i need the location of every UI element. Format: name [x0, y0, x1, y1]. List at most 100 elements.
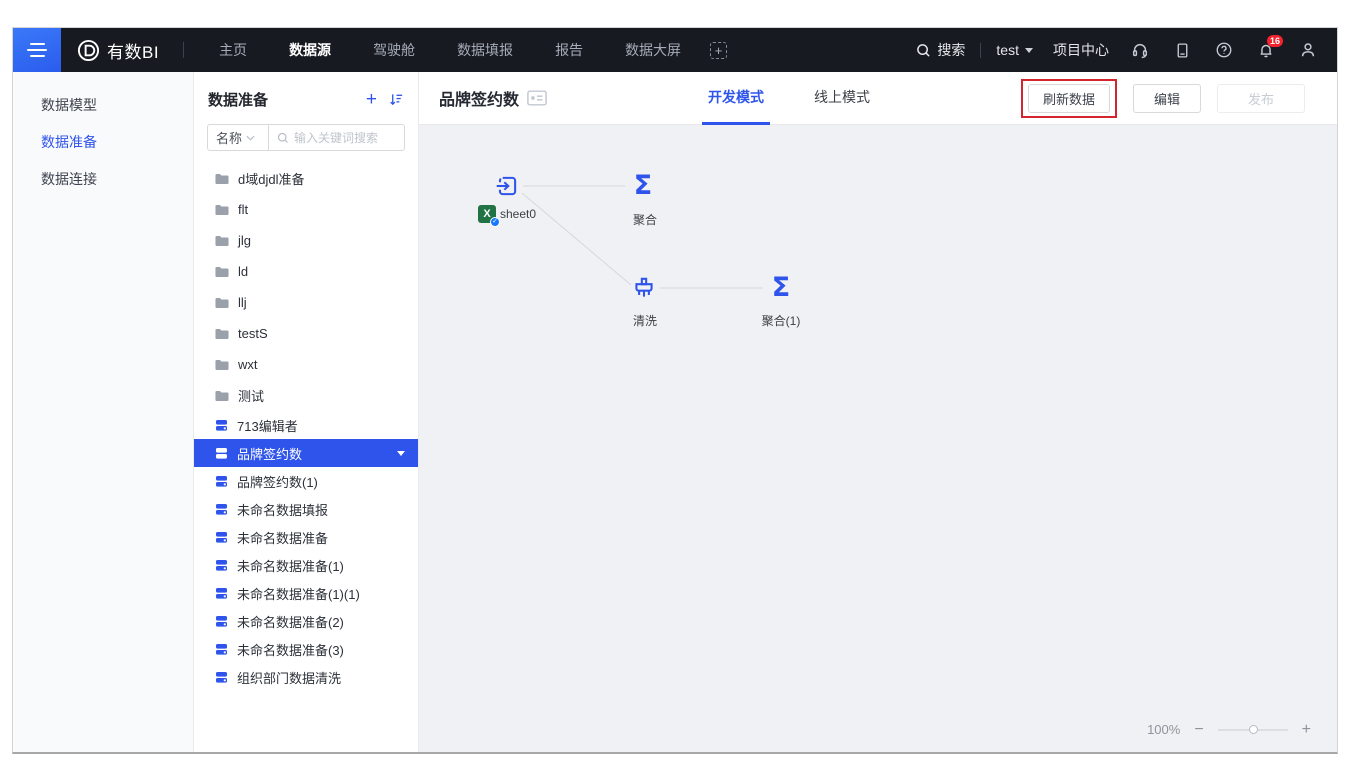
chevron-down-icon: [1025, 48, 1033, 53]
prep-item[interactable]: 未命名数据准备(1)(1): [194, 579, 418, 607]
account-name: test: [996, 42, 1019, 58]
user-profile-button[interactable]: [1287, 28, 1329, 72]
prep-item-label: 未命名数据填报: [237, 500, 328, 519]
sidebar-item-data-preparation[interactable]: 数据准备: [13, 124, 193, 161]
dataset-icon: [215, 643, 228, 656]
prep-item-label: 未命名数据准备(1)(1): [237, 584, 360, 603]
zoom-in-button[interactable]: +: [1302, 723, 1311, 737]
prep-item[interactable]: 未命名数据准备: [194, 523, 418, 551]
prep-item-label: 品牌签约数: [237, 444, 302, 463]
sort-button[interactable]: [389, 92, 404, 107]
folder-item[interactable]: flt: [194, 194, 418, 225]
edit-button[interactable]: 编辑: [1133, 84, 1201, 113]
divider: [980, 43, 981, 58]
prep-item-label: 未命名数据准备(3): [237, 640, 344, 659]
sidebar-item-data-connection[interactable]: 数据连接: [13, 161, 193, 198]
input-node[interactable]: [494, 173, 520, 199]
prep-item[interactable]: 品牌签约数(1): [194, 467, 418, 495]
global-search[interactable]: 搜索: [916, 40, 965, 60]
folder-icon: [215, 204, 229, 216]
prep-item[interactable]: 未命名数据准备(3): [194, 635, 418, 663]
aggregate-node-label: 聚合: [620, 211, 670, 228]
panel-search-group: 名称 输入关键词搜索: [207, 124, 405, 151]
tab-online-mode[interactable]: 线上模式: [808, 72, 876, 125]
aggregate-node[interactable]: Σ: [628, 171, 658, 201]
aggregate1-node-label: 聚合(1): [750, 312, 812, 329]
hamburger-menu-button[interactable]: [13, 28, 61, 72]
nav-item-report[interactable]: 报告: [534, 28, 604, 72]
add-prep-button[interactable]: +: [366, 92, 377, 108]
zoom-slider-knob[interactable]: [1249, 725, 1258, 734]
prep-item-label: 品牌签约数(1): [237, 472, 318, 491]
canvas-zoom-control: 100% − +: [1147, 722, 1311, 737]
aggregate1-node[interactable]: Σ: [766, 273, 796, 303]
zoom-slider[interactable]: [1218, 729, 1288, 731]
prep-item[interactable]: 未命名数据准备(1): [194, 551, 418, 579]
folder-item[interactable]: wxt: [194, 349, 418, 380]
item-actions-caret-icon[interactable]: [397, 451, 405, 456]
folder-icon: [215, 266, 229, 278]
sheet-name: sheet0: [500, 207, 536, 221]
main-area: 品牌签约数 开发模式 线上模式 刷新数据 编辑: [419, 72, 1337, 752]
notifications-button[interactable]: 16: [1245, 28, 1287, 72]
nav-item-dashboard[interactable]: 数据大屏: [604, 28, 702, 72]
device-preview-button[interactable]: [1161, 28, 1203, 72]
help-button[interactable]: [1203, 28, 1245, 72]
headset-icon: [1131, 41, 1149, 59]
filter-field-select[interactable]: 名称: [208, 128, 266, 147]
broom-icon: [631, 275, 657, 301]
support-button[interactable]: [1119, 28, 1161, 72]
nav-item-home[interactable]: 主页: [198, 28, 268, 72]
filter-field-label: 名称: [216, 128, 242, 147]
prep-item-selected[interactable]: 品牌签约数: [194, 439, 418, 467]
zoom-out-button[interactable]: −: [1194, 723, 1203, 737]
dataset-icon: [215, 447, 228, 460]
dataset-icon: [215, 503, 228, 516]
dataset-icon: [215, 671, 228, 684]
folder-icon: [215, 235, 229, 247]
flow-edges: [419, 125, 1337, 752]
folder-item[interactable]: llj: [194, 287, 418, 318]
folder-label: flt: [238, 202, 248, 217]
add-module-icon[interactable]: +: [710, 42, 727, 59]
search-icon: [277, 132, 289, 144]
folder-item[interactable]: testS: [194, 318, 418, 349]
prep-item[interactable]: 组织部门数据清洗: [194, 663, 418, 691]
folder-item[interactable]: 测试: [194, 380, 418, 411]
logo-icon: [77, 39, 100, 62]
nav-item-datasource[interactable]: 数据源: [268, 28, 352, 72]
folder-icon: [215, 359, 229, 371]
prep-item-label: 未命名数据准备(1): [237, 556, 344, 575]
keyword-search-input[interactable]: 输入关键词搜索: [269, 129, 404, 146]
account-menu[interactable]: test: [996, 42, 1033, 58]
left-sidebar: 数据模型 数据准备 数据连接: [13, 72, 194, 752]
project-center-link[interactable]: 项目中心: [1053, 40, 1109, 60]
folder-icon: [215, 173, 229, 185]
tab-dev-mode[interactable]: 开发模式: [702, 72, 770, 125]
prep-item[interactable]: 未命名数据准备(2): [194, 607, 418, 635]
input-node-label[interactable]: X ✓ sheet0: [478, 205, 536, 223]
folder-icon: [215, 390, 229, 402]
refresh-data-button[interactable]: 刷新数据: [1028, 84, 1110, 113]
flow-canvas[interactable]: X ✓ sheet0 Σ 聚合: [419, 125, 1337, 752]
folder-item[interactable]: ld: [194, 256, 418, 287]
publish-button: 发布: [1217, 84, 1305, 113]
notification-badge: 16: [1267, 35, 1283, 47]
prep-item[interactable]: 713编辑者: [194, 411, 418, 439]
prep-item[interactable]: 未命名数据填报: [194, 495, 418, 523]
mobile-device-icon: [1174, 42, 1191, 59]
excel-letter: X: [483, 208, 490, 220]
divider: [183, 42, 184, 58]
sigma-icon: Σ: [634, 170, 652, 201]
folder-item[interactable]: d域djdl准备: [194, 163, 418, 194]
detail-card-icon[interactable]: [527, 90, 547, 106]
sidebar-item-data-model[interactable]: 数据模型: [13, 87, 193, 124]
prep-list: d域djdl准备 flt jlg ld llj: [194, 157, 418, 752]
panel-title: 数据准备: [208, 89, 366, 110]
folder-item[interactable]: jlg: [194, 225, 418, 256]
nav-item-data-entry[interactable]: 数据填报: [436, 28, 534, 72]
zoom-level: 100%: [1147, 722, 1180, 737]
clean-node[interactable]: [631, 275, 657, 301]
nav-item-cockpit[interactable]: 驾驶舱: [352, 28, 436, 72]
dataset-icon: [215, 559, 228, 572]
